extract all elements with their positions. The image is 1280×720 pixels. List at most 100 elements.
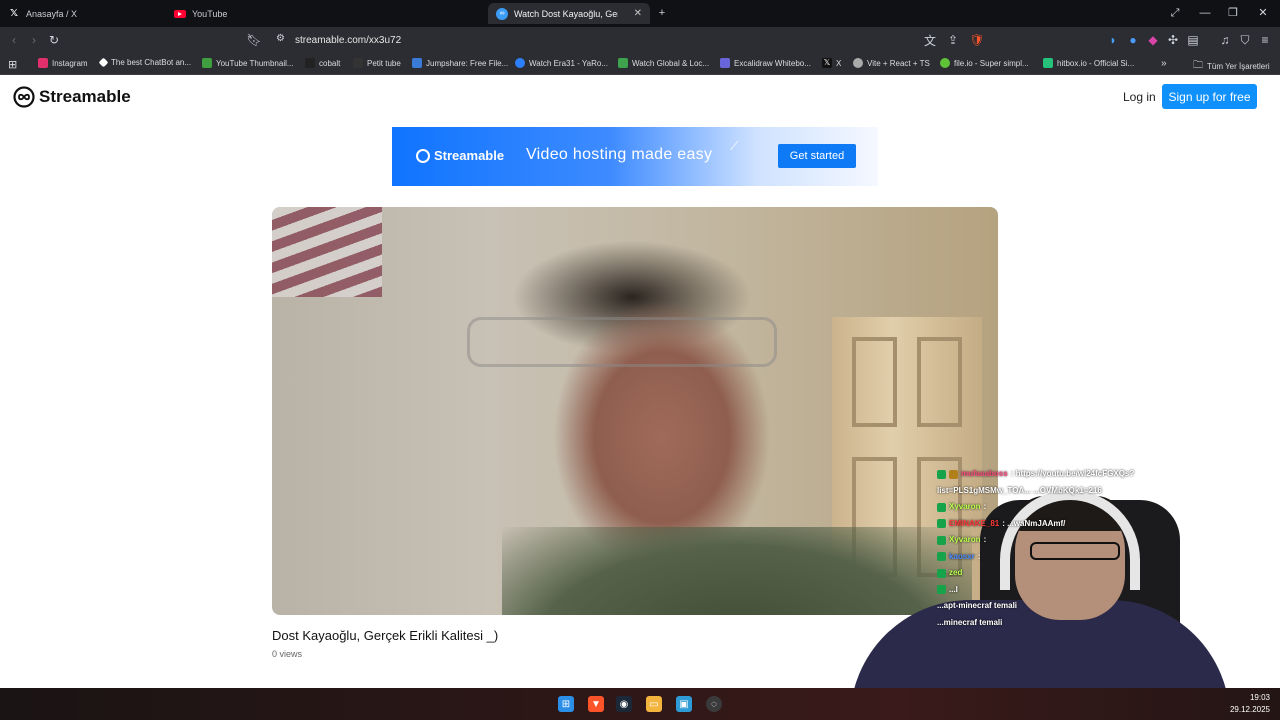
bookmark-label: Excalidraw Whitebo... — [734, 58, 811, 68]
bookmark-vite[interactable]: Vite + React + TS — [853, 58, 930, 68]
minimize-button[interactable]: — — [1198, 6, 1212, 20]
apps-icon[interactable]: ⊞ — [8, 58, 17, 71]
chat-message: ...minecraf temali — [937, 615, 1277, 632]
menu-icon[interactable]: ≡ — [1257, 32, 1273, 48]
steam-icon[interactable]: ◉ — [616, 696, 632, 712]
video-view-count: 0 views — [272, 649, 303, 659]
bookmark-cobalt[interactable]: cobalt — [305, 58, 340, 68]
brave-shields-icon[interactable]: 🛡︎ — [969, 32, 985, 48]
login-link[interactable]: Log in — [1123, 90, 1156, 104]
bookmark-x[interactable]: 𝕏X — [822, 58, 841, 68]
chat-username: zed — [949, 568, 963, 577]
promo-banner[interactable]: Streamable Video hosting made easy ⟋ Get… — [392, 127, 878, 186]
system-clock[interactable]: 19:03 29.12.2025 — [1230, 692, 1270, 716]
reload-icon[interactable]: ↻ — [46, 32, 62, 48]
youtube-icon — [174, 9, 186, 18]
bookmark-youtube-thumbnail[interactable]: YouTube Thumbnail... — [202, 58, 294, 68]
music-icon[interactable]: ♫ — [1217, 32, 1233, 48]
windows-start-icon[interactable]: ⊞ — [558, 696, 574, 712]
banner-tagline: Video hosting made easy — [526, 146, 713, 163]
streamable-logo-icon — [416, 148, 430, 163]
bookmark-instagram[interactable]: Instagram — [38, 58, 88, 68]
bookmark-chatbot[interactable]: The best ChatBot an... — [98, 57, 192, 68]
chat-message: zed — [937, 565, 1277, 582]
close-tab-icon[interactable]: ✕ — [634, 8, 642, 19]
chat-text: : — [983, 502, 987, 511]
chat-username: mufasaboss — [961, 469, 1008, 478]
bookmark-icon[interactable]: 🔖︎ — [246, 32, 262, 48]
bookmark-fileio[interactable]: file.io - Super simpl... — [940, 58, 1029, 68]
bookmark-watch-global[interactable]: Watch Global & Loc... — [618, 58, 709, 68]
tab-x-home[interactable]: 𝕏 Anasayfa / X — [0, 3, 170, 24]
bookmark-label: The best ChatBot an... — [111, 58, 192, 67]
file-explorer-icon[interactable]: ▭ — [646, 696, 662, 712]
share-icon[interactable]: ⇪ — [945, 32, 961, 48]
chat-username: Xyvaron — [949, 502, 981, 511]
banner-brand: Streamable — [434, 148, 505, 163]
video-title: Dost Kayaoğlu, Gerçek Erikli Kalitesi _) — [272, 628, 499, 643]
sparkle-icon: ⟋ — [730, 139, 739, 153]
video-frame-glasses — [467, 317, 777, 367]
bookmark-label: Vite + React + TS — [867, 58, 930, 68]
sidebar-icon[interactable]: ▤ — [1185, 32, 1201, 48]
bookmark-label: Watch Global & Loc... — [632, 58, 710, 68]
chat-text: ...l — [949, 584, 958, 594]
moderator-badge-icon — [937, 585, 946, 595]
bookmark-hitbox[interactable]: hitbox.io - Official Si... — [1043, 58, 1134, 68]
petit-tube-icon — [353, 58, 363, 68]
tab-streamable[interactable]: ∞ Watch Dost Kayaoğlu, Gerçek ✕ — [488, 3, 650, 24]
tab-youtube[interactable]: YouTube — [166, 3, 336, 24]
all-bookmarks-button[interactable]: 🗀 Tüm Yer İşaretleri — [1193, 58, 1270, 75]
site-settings-icon[interactable]: ⚙ — [276, 33, 285, 44]
chat-text: list=PLS1gMSMw_TOA... ...OVMbKQk1=216 — [937, 485, 1102, 495]
extension-shield-icon[interactable]: ◆ — [1145, 32, 1161, 48]
bookmark-label: hitbox.io - Official Si... — [1057, 58, 1135, 68]
streamable-logo[interactable]: Streamable — [13, 86, 131, 108]
chat-message: mufasaboss: https://youtu.be/wl24fcFGXQs… — [937, 466, 1277, 483]
bookmark-label: Jumpshare: Free File... — [426, 58, 509, 68]
extension-vpn-icon[interactable]: ● — [1125, 32, 1141, 48]
chat-text: ...apt-minecraf temali — [937, 601, 1018, 610]
bookmark-label: Tüm Yer İşaretleri — [1207, 62, 1270, 71]
chat-text: : — [983, 535, 987, 544]
close-window-button[interactable]: ✕ — [1256, 6, 1270, 20]
chat-message: Xyvaron: — [937, 499, 1277, 516]
obs-icon[interactable]: ◌ — [706, 696, 722, 712]
wallet-icon[interactable]: ⛉ — [1237, 32, 1253, 48]
maximize-button[interactable]: ❐ — [1226, 6, 1240, 20]
translate-icon[interactable]: 文 — [922, 32, 938, 48]
instagram-icon — [38, 58, 48, 68]
back-icon[interactable]: ‹ — [6, 32, 22, 48]
bookmark-excalidraw[interactable]: Excalidraw Whitebo... — [720, 58, 811, 68]
new-tab-button[interactable]: + — [655, 6, 669, 20]
bookmark-petit-tube[interactable]: Petit tube — [353, 58, 401, 68]
bookmarks-overflow-button[interactable]: » — [1161, 58, 1167, 69]
chat-username: EMINAKE_81 — [949, 518, 1000, 528]
streamable-logo-icon — [13, 86, 35, 108]
moderator-badge-icon — [937, 502, 946, 512]
stream-chat-overlay: mufasaboss: https://youtu.be/wl24fcFGXQs… — [937, 466, 1277, 631]
chat-text: : — [977, 551, 981, 561]
extension-audio-icon[interactable]: ◗ — [1105, 32, 1121, 48]
brand-name: Streamable — [39, 87, 131, 106]
moderator-badge-icon — [937, 568, 946, 578]
address-bar[interactable]: ⚙ streamable.com/xx3u72 — [268, 30, 988, 50]
signup-button[interactable]: Sign up for free — [1162, 84, 1257, 109]
bookmark-era31[interactable]: Watch Era31 - YaRo... — [515, 58, 608, 68]
chat-username: Xyvaron — [949, 535, 981, 544]
overflow-chevron-icon: » — [1161, 58, 1167, 69]
bookmark-jumpshare[interactable]: Jumpshare: Free File... — [412, 58, 508, 68]
bookmark-label: Instagram — [52, 58, 88, 68]
forward-icon[interactable]: › — [26, 32, 42, 48]
photos-icon[interactable]: ▣ — [676, 696, 692, 712]
windows-taskbar: ⊞ ▼ ◉ ▭ ▣ ◌ 19:03 29.12.2025 — [0, 688, 1280, 720]
clock-time: 19:03 — [1249, 693, 1270, 702]
fileio-icon — [940, 58, 950, 68]
get-started-button[interactable]: Get started — [778, 144, 856, 168]
extension-puzzle-icon[interactable]: ✣ — [1165, 32, 1181, 48]
url-text: streamable.com/xx3u72 — [295, 34, 402, 46]
browser-tab-strip: 𝕏 Anasayfa / X YouTube ∞ Watch Dost Kaya… — [0, 0, 1280, 27]
extensions-icon[interactable]: ⤢ — [1168, 6, 1182, 20]
brave-browser-icon[interactable]: ▼ — [588, 696, 604, 712]
moderator-badge-icon — [937, 469, 946, 479]
